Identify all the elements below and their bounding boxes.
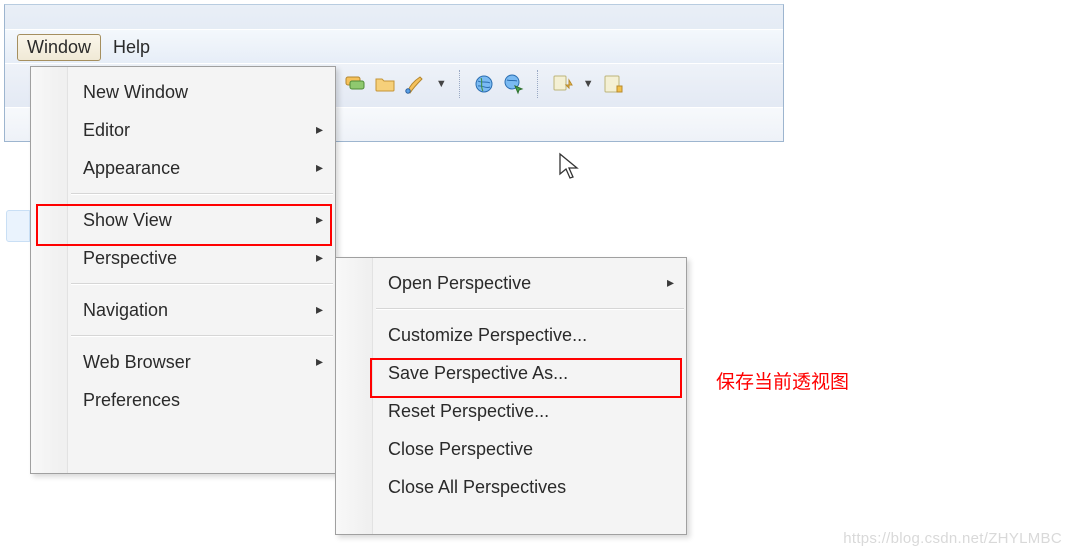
menu-help[interactable]: Help <box>103 34 160 61</box>
menu-item-editor[interactable]: Editor <box>31 111 335 149</box>
toolbar-dropdown-icon[interactable]: ▼ <box>583 78 594 90</box>
submenu-item-close-all-perspectives[interactable]: Close All Perspectives <box>336 468 686 506</box>
toolbar-dropdown-icon[interactable]: ▼ <box>436 78 447 90</box>
window-dropdown-menu: New Window Editor Appearance Show View P… <box>30 66 336 474</box>
perspective-submenu: Open Perspective Customize Perspective..… <box>335 257 687 535</box>
menu-separator <box>71 335 333 337</box>
globe-run-icon[interactable] <box>503 73 525 95</box>
properties-icon[interactable] <box>602 73 624 95</box>
globe-icon[interactable] <box>473 73 495 95</box>
menu-item-web-browser[interactable]: Web Browser <box>31 343 335 381</box>
menu-item-appearance[interactable]: Appearance <box>31 149 335 187</box>
submenu-item-close-perspective[interactable]: Close Perspective <box>336 430 686 468</box>
submenu-item-open-perspective[interactable]: Open Perspective <box>336 264 686 302</box>
menu-bar: Window Help <box>5 29 783 65</box>
menu-separator <box>71 283 333 285</box>
watermark-text: https://blog.csdn.net/ZHYLMBC <box>843 530 1062 547</box>
servers-icon[interactable] <box>344 73 366 95</box>
toolbar-separator <box>537 70 539 98</box>
menu-item-preferences[interactable]: Preferences <box>31 381 335 419</box>
annotation-text: 保存当前透视图 <box>716 367 849 394</box>
toolbar-separator <box>459 70 461 98</box>
menu-item-navigation[interactable]: Navigation <box>31 291 335 329</box>
import-icon[interactable] <box>551 73 573 95</box>
perspective-selection-tab <box>6 210 30 242</box>
menu-separator <box>71 193 333 195</box>
menu-window[interactable]: Window <box>17 34 101 61</box>
menu-item-show-view[interactable]: Show View <box>31 201 335 239</box>
submenu-item-save-perspective-as[interactable]: Save Perspective As... <box>336 354 686 392</box>
submenu-item-customize-perspective[interactable]: Customize Perspective... <box>336 316 686 354</box>
open-folder-icon[interactable] <box>374 73 396 95</box>
submenu-separator <box>376 308 684 310</box>
menu-item-new-window[interactable]: New Window <box>31 73 335 111</box>
submenu-item-reset-perspective[interactable]: Reset Perspective... <box>336 392 686 430</box>
brush-icon[interactable] <box>404 73 426 95</box>
menu-item-perspective[interactable]: Perspective <box>31 239 335 277</box>
mouse-cursor-icon <box>558 152 582 182</box>
